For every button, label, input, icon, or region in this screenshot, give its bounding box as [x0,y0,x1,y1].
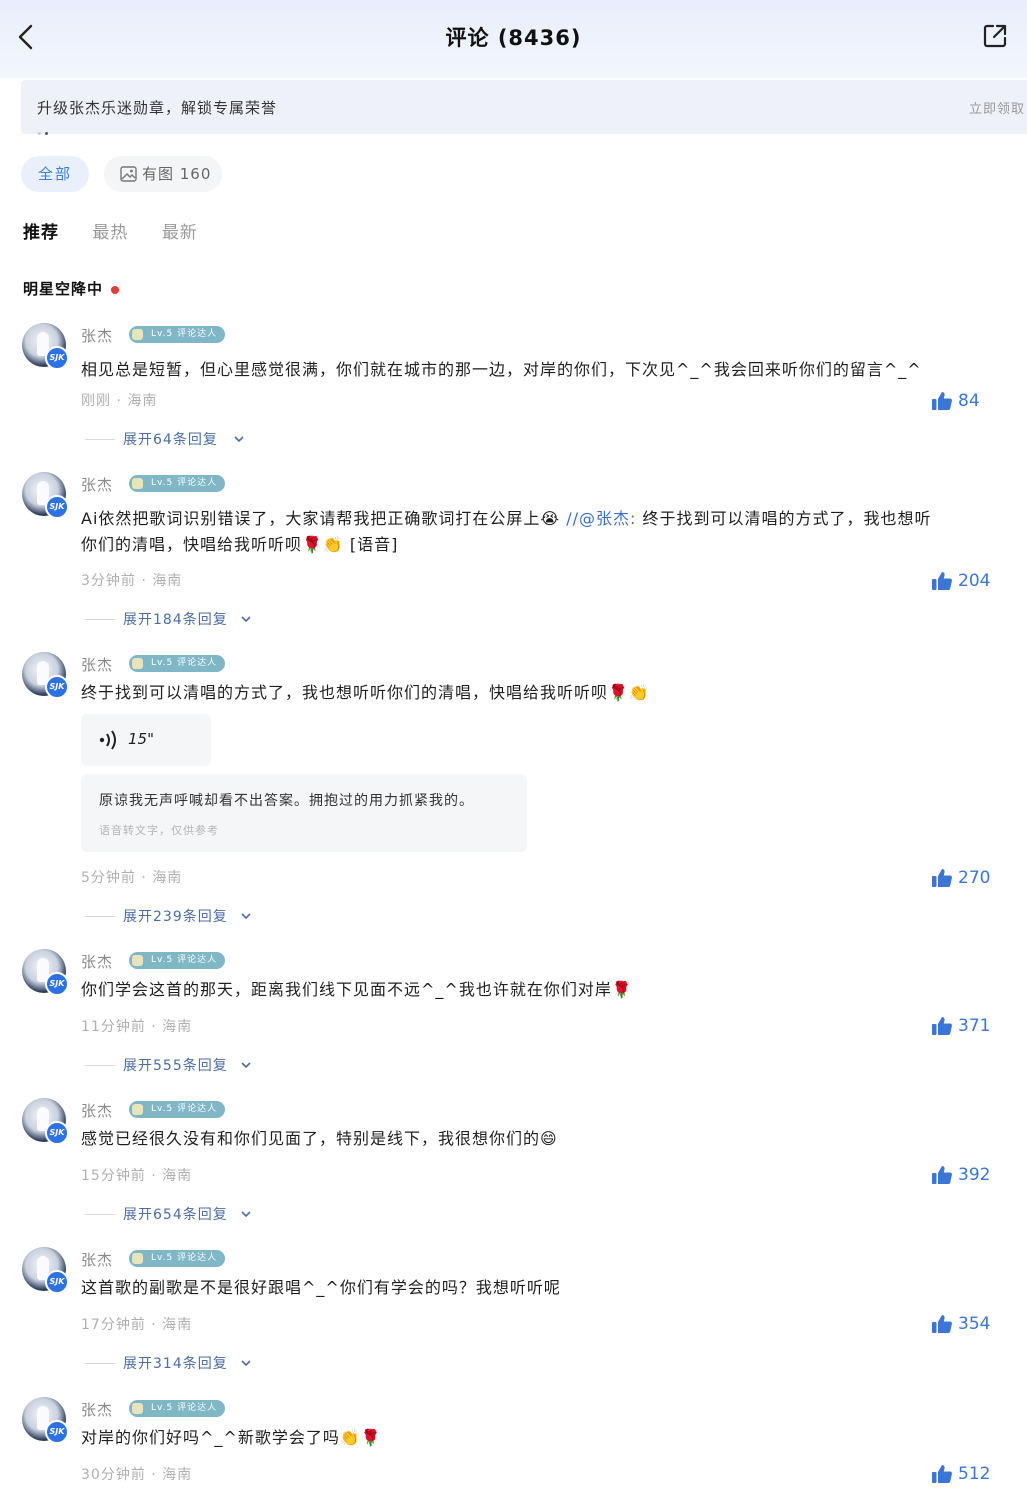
comment-text: 对岸的你们好吗^_^新歌学会了吗👏🌹 [81,1428,382,1447]
verified-badge: SJK [45,495,69,519]
shield-icon [132,955,143,966]
chevron-down-icon [241,1360,251,1367]
shield-icon [132,1104,143,1115]
author-name[interactable]: 张杰 [81,1399,113,1420]
like-count: 204 [958,571,991,591]
voice-wave-icon [99,730,116,750]
comment-text: 终于找到可以清唱的方式了，我也想听听你们的清唱，快唱给我听听呗🌹👏 [81,683,650,702]
level-badge: Lv.5 评论达人 [129,655,225,672]
level-badge: Lv.5 评论达人 [129,1400,225,1417]
comment-meta: 15分钟前 · 海南 [81,1168,193,1184]
comment-text: 这首歌的副歌是不是很好跟唱^_^你们有学会的吗？我想听听呢 [81,1278,561,1297]
shield-icon [132,658,143,669]
thumbs-up-icon [932,572,952,590]
claim-now-link[interactable]: 立即领取 [969,98,1025,117]
verified-badge: SJK [45,675,69,699]
avatar[interactable]: SJK [22,1397,69,1444]
thumbs-up-icon [932,1315,952,1333]
banner-text: 升级张杰乐迷勋章，解锁专属荣誉 [37,99,278,117]
section-title: 明星空降中 [23,278,120,299]
medal-promo-banner[interactable]: 升级张杰乐迷勋章，解锁专属荣誉 立即领取 [21,80,1027,135]
avatar[interactable]: SJK [22,323,69,370]
share-external-icon[interactable] [981,22,1009,50]
page-title: 评论 (8436) [445,26,582,50]
verified-badge: SJK [45,1121,69,1145]
like-count: 512 [958,1464,991,1484]
like-count: 354 [958,1314,991,1334]
shield-icon [132,1403,143,1414]
sort-tab-recommended[interactable]: 推荐 [23,218,59,243]
chevron-down-icon [241,1211,251,1218]
sort-tab-newest[interactable]: 最新 [162,218,198,243]
avatar[interactable]: SJK [22,1098,69,1145]
comment-meta: 11分钟前 · 海南 [81,1019,193,1035]
sort-tab-hottest[interactable]: 最热 [92,218,128,243]
thumbs-up-icon [932,869,952,887]
shield-icon [132,1253,143,1264]
avatar[interactable]: SJK [22,472,69,519]
replies-label: 展开184条回复 [123,612,228,628]
comment-text: 感觉已经很久没有和你们见面了，特别是线下，我很想你们的😄 [81,1129,558,1148]
filter-with-images-chip[interactable]: 有图 160 [104,156,222,192]
like-count: 371 [958,1016,991,1036]
sort-tabs: 推荐 最热 最新 [23,218,226,243]
voice-message-player[interactable]: 15" [81,714,211,766]
transcript-note: 语音转文字，仅供参考 [99,824,219,837]
filter-with-images-label: 有图 160 [142,165,212,183]
voice-duration: 15" [128,730,154,748]
filter-all-chip[interactable]: 全部 [21,156,89,192]
comment-text: 你们学会这首的那天，距离我们线下见面不远^_^我也许就在你们对岸🌹 [81,980,633,999]
author-name[interactable]: 张杰 [81,1100,113,1121]
like-count: 392 [958,1165,991,1185]
shield-icon [132,329,143,340]
mention-link[interactable]: //@张杰: [566,509,636,528]
image-icon [120,166,137,182]
thumbs-up-icon [932,1465,952,1483]
author-name[interactable]: 张杰 [81,474,113,495]
replies-label: 展开654条回复 [123,1207,228,1223]
like-count: 270 [958,868,991,888]
comment-text: 相见总是短暂，但心里感觉很满，你们就在城市的那一边，对岸的你们，下次见^_^我会… [81,360,922,379]
author-name[interactable]: 张杰 [81,1249,113,1270]
comment-text-line2: 你们的清唱，快唱给我听听呗🌹👏 [语音] [81,535,399,554]
level-badge: Lv.5 评论达人 [129,475,225,492]
level-badge: Lv.5 评论达人 [129,326,225,343]
comment-meta: 30分钟前 · 海南 [81,1467,193,1483]
comment-meta: 刚刚 · 海南 [81,393,158,409]
verified-badge: SJK [45,1420,69,1444]
verified-badge: SJK [45,972,69,996]
author-name[interactable]: 张杰 [81,325,113,346]
level-badge: Lv.5 评论达人 [129,1101,225,1118]
author-name[interactable]: 张杰 [81,951,113,972]
chevron-down-icon [241,616,251,623]
replies-label: 展开555条回复 [123,1058,228,1074]
comment-meta: 5分钟前 · 海南 [81,870,183,886]
level-badge: Lv.5 评论达人 [129,952,225,969]
voice-transcript: 原谅我无声呼喊却看不出答案。拥抱过的用力抓紧我的。 语音转文字，仅供参考 [81,774,527,852]
live-dot [111,285,120,294]
verified-badge: SJK [45,1270,69,1294]
author-name[interactable]: 张杰 [81,654,113,675]
chevron-down-icon [241,1062,251,1069]
chevron-down-icon [234,436,244,443]
chevron-down-icon [241,913,251,920]
avatar[interactable]: SJK [22,652,69,699]
transcript-text: 原谅我无声呼喊却看不出答案。拥抱过的用力抓紧我的。 [99,793,474,809]
replies-label: 展开314条回复 [123,1356,228,1372]
like-count: 84 [958,391,980,411]
avatar[interactable]: SJK [22,949,69,996]
comment-meta: 3分钟前 · 海南 [81,573,183,589]
thumbs-up-icon [932,392,952,410]
banner-pagination [38,120,52,139]
thumbs-up-icon [932,1017,952,1035]
shield-icon [132,478,143,489]
replies-label: 展开239条回复 [123,909,228,925]
comment-meta: 17分钟前 · 海南 [81,1317,193,1333]
thumbs-up-icon [932,1166,952,1184]
avatar[interactable]: SJK [22,1247,69,1294]
replies-label: 展开64条回复 [123,432,218,448]
level-badge: Lv.5 评论达人 [129,1250,225,1267]
verified-badge: SJK [45,346,69,370]
top-bar: 评论 (8436) [0,0,1027,78]
